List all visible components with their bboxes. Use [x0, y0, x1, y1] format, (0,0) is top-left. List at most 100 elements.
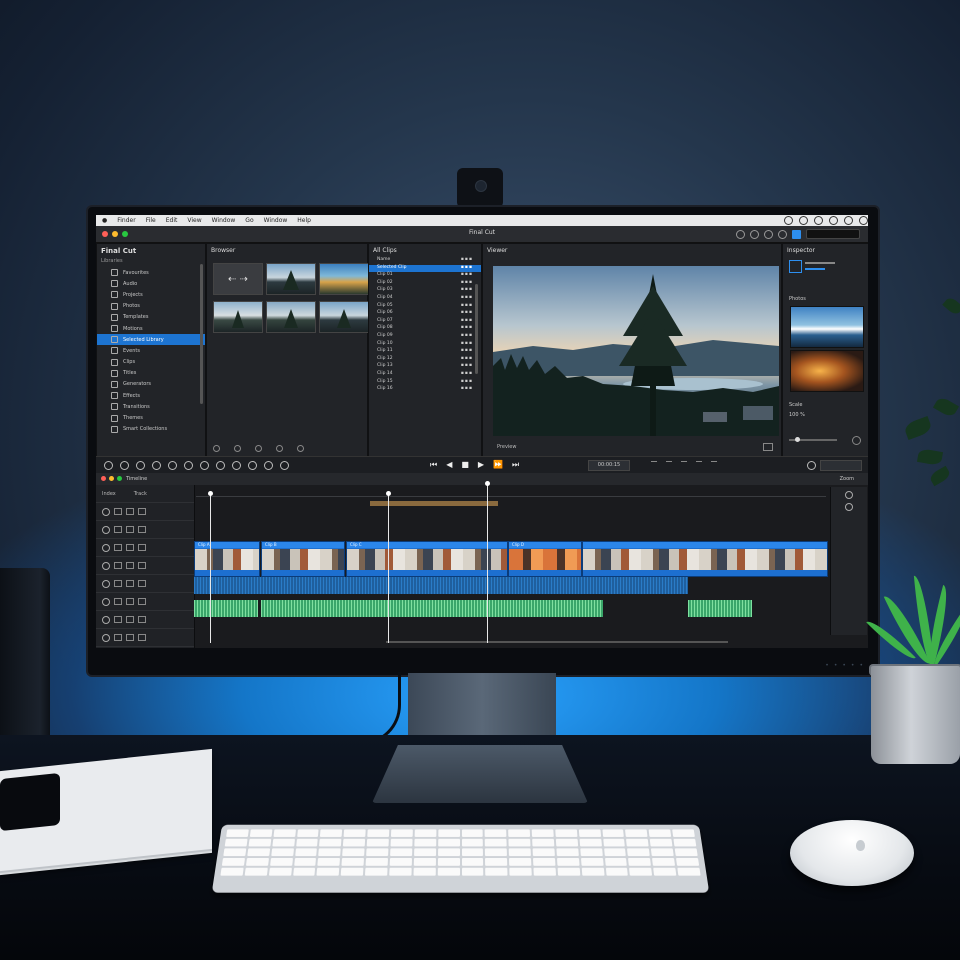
- key[interactable]: [248, 838, 271, 847]
- menu-item[interactable]: Go: [245, 217, 253, 224]
- in-point-handle[interactable]: [208, 491, 213, 496]
- track-control-icon[interactable]: [114, 616, 122, 623]
- playhead[interactable]: [388, 493, 389, 643]
- playhead-handle[interactable]: [386, 491, 391, 496]
- inspector-thumbnail[interactable]: [790, 350, 864, 392]
- rewind-icon[interactable]: ◀: [446, 460, 452, 470]
- key[interactable]: [555, 829, 578, 837]
- track-toggle-icon[interactable]: [102, 561, 110, 570]
- key[interactable]: [603, 848, 627, 857]
- track-header[interactable]: [96, 629, 194, 647]
- key[interactable]: [437, 848, 460, 857]
- track-header[interactable]: [96, 557, 194, 575]
- list-item[interactable]: Name ▪▪▪: [369, 257, 481, 265]
- toolbar-icon[interactable]: [750, 229, 759, 239]
- status-icon[interactable]: [829, 216, 838, 225]
- key[interactable]: [221, 858, 245, 866]
- video-clip[interactable]: Clip D: [508, 541, 582, 577]
- list-item[interactable]: Clip 15 ▪▪▪: [369, 379, 481, 387]
- key[interactable]: [340, 867, 364, 876]
- key[interactable]: [366, 848, 389, 857]
- track-control-icon[interactable]: [138, 616, 146, 623]
- video-clip[interactable]: Clip A: [194, 541, 260, 577]
- fullscreen-icon[interactable]: [763, 443, 773, 451]
- key[interactable]: [343, 838, 366, 847]
- track-header[interactable]: [96, 521, 194, 539]
- key[interactable]: [414, 838, 436, 847]
- key[interactable]: [484, 829, 507, 837]
- list-item[interactable]: Clip 03 ▪▪▪: [369, 287, 481, 295]
- audio-clip[interactable]: [688, 600, 752, 617]
- list-item[interactable]: Clip 13 ▪▪▪: [369, 363, 481, 371]
- track-control-icon[interactable]: [126, 598, 134, 605]
- tool-icon[interactable]: [184, 461, 193, 470]
- track-control-icon[interactable]: [138, 562, 146, 569]
- track-control-icon[interactable]: [126, 526, 134, 533]
- toolbar-icon[interactable]: [764, 229, 773, 239]
- key[interactable]: [390, 838, 413, 847]
- tool-icon[interactable]: [152, 461, 161, 470]
- key[interactable]: [628, 858, 652, 866]
- sidebar-item[interactable]: Themes: [97, 412, 205, 423]
- track-control-icon[interactable]: [126, 508, 134, 515]
- control-icon[interactable]: [255, 445, 262, 452]
- clip-info-icon[interactable]: [789, 260, 802, 273]
- key[interactable]: [365, 867, 388, 876]
- tool-icon[interactable]: [216, 461, 225, 470]
- sidebar-item[interactable]: Favourites: [97, 267, 205, 278]
- key[interactable]: [461, 829, 484, 837]
- key[interactable]: [437, 867, 460, 876]
- key[interactable]: [437, 829, 460, 837]
- tool-icon[interactable]: [120, 461, 129, 470]
- key[interactable]: [249, 829, 273, 837]
- key[interactable]: [272, 838, 295, 847]
- key[interactable]: [316, 867, 340, 876]
- key[interactable]: [390, 848, 413, 857]
- key[interactable]: [437, 858, 460, 866]
- tool-icon[interactable]: [200, 461, 209, 470]
- key[interactable]: [674, 848, 698, 857]
- swap-arrows-icon[interactable]: ⇠ ⇢: [213, 263, 263, 295]
- tool-icon[interactable]: [168, 461, 177, 470]
- track-control-icon[interactable]: [126, 616, 134, 623]
- key[interactable]: [414, 829, 437, 837]
- key[interactable]: [295, 838, 319, 847]
- tool-icon[interactable]: [264, 461, 273, 470]
- scrollbar[interactable]: [475, 284, 478, 374]
- track-toggle-icon[interactable]: [102, 507, 110, 516]
- key[interactable]: [533, 858, 556, 866]
- key[interactable]: [389, 867, 412, 876]
- fast-forward-icon[interactable]: ⏩: [493, 460, 503, 470]
- timeline-scrollbar[interactable]: [386, 641, 728, 643]
- marker-icon[interactable]: [651, 461, 657, 468]
- video-clip[interactable]: [582, 541, 828, 577]
- status-icon[interactable]: [784, 216, 793, 225]
- reset-icon[interactable]: [852, 436, 861, 445]
- key[interactable]: [578, 829, 601, 837]
- sidebar-item[interactable]: Smart Collections: [97, 424, 205, 435]
- tool-icon[interactable]: [104, 461, 113, 470]
- close-button[interactable]: [101, 476, 106, 481]
- sidebar-item[interactable]: Motions: [97, 323, 205, 334]
- track-toggle-icon[interactable]: [102, 579, 110, 588]
- track-toggle-icon[interactable]: [102, 597, 110, 606]
- menu-item[interactable]: View: [187, 217, 201, 224]
- key[interactable]: [485, 858, 508, 866]
- key[interactable]: [581, 867, 605, 876]
- sidebar-item[interactable]: Titles: [97, 368, 205, 379]
- track-header[interactable]: [96, 575, 194, 593]
- key[interactable]: [247, 848, 270, 857]
- track-control-icon[interactable]: [138, 598, 146, 605]
- key[interactable]: [223, 848, 247, 857]
- key[interactable]: [273, 829, 296, 837]
- track-toggle-icon[interactable]: [102, 543, 110, 552]
- track-control-icon[interactable]: [126, 580, 134, 587]
- key[interactable]: [296, 829, 319, 837]
- track-control-icon[interactable]: [126, 562, 134, 569]
- list-item[interactable]: Clip 14 ▪▪▪: [369, 371, 481, 379]
- key[interactable]: [627, 848, 651, 857]
- key[interactable]: [508, 838, 531, 847]
- status-icon[interactable]: [814, 216, 823, 225]
- track-control-icon[interactable]: [138, 526, 146, 533]
- menu-item[interactable]: File: [146, 217, 156, 224]
